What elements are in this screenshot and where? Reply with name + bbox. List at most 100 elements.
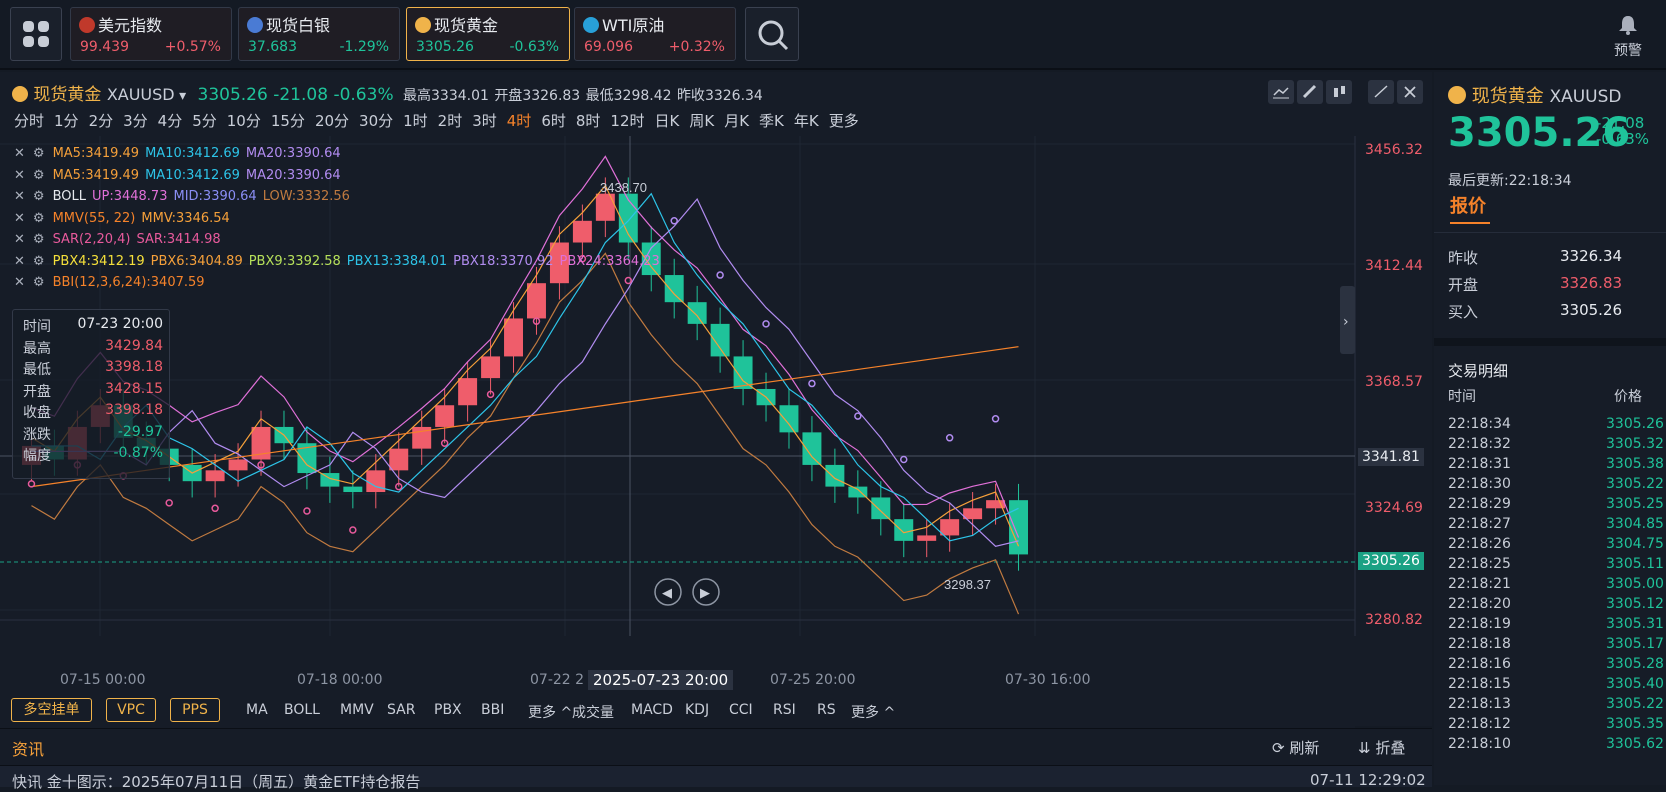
- settings-icon[interactable]: ⚙: [33, 254, 45, 269]
- close-icon[interactable]: ✕: [14, 189, 25, 204]
- toggle-pill[interactable]: VPC: [106, 698, 156, 722]
- period-tab[interactable]: 3时: [472, 112, 497, 130]
- toggle-pill[interactable]: PPS: [170, 698, 220, 722]
- candle-body: [572, 220, 592, 243]
- period-tab[interactable]: 1分: [54, 112, 79, 130]
- period-tab[interactable]: 2分: [89, 112, 114, 130]
- symbol-name[interactable]: 现货黄金: [33, 85, 101, 105]
- period-tab[interactable]: 5分: [192, 112, 217, 130]
- tooltip-row: 时间 07-23 20:00: [23, 316, 163, 338]
- trough-label: 3298.37: [944, 577, 991, 592]
- period-tab[interactable]: 月K: [724, 112, 749, 130]
- tooltip-key: 涨跌: [23, 426, 51, 443]
- sub-indicator-tab[interactable]: 成交量: [572, 702, 614, 722]
- indicator-value: PBX6:3404.89: [150, 253, 243, 269]
- period-tab[interactable]: 3分: [123, 112, 148, 130]
- main-indicator-tab[interactable]: SAR: [387, 702, 415, 718]
- period-tab[interactable]: 4分: [158, 112, 183, 130]
- candlestick-chart[interactable]: 3438.70 3298.37 ◀ ▶ ›: [0, 136, 1432, 736]
- settings-icon[interactable]: ⚙: [33, 275, 45, 290]
- tooltip-value: 3429.84: [105, 337, 163, 354]
- main-indicator-tab[interactable]: MA: [246, 702, 268, 718]
- candle-style-tool[interactable]: [1326, 80, 1352, 104]
- period-tab[interactable]: 30分: [359, 112, 393, 130]
- period-tab[interactable]: 8时: [576, 112, 601, 130]
- trade-row: 22:18:25 3305.11: [1448, 556, 1666, 572]
- quote-name-text: WTI原油: [602, 16, 665, 35]
- close-icon[interactable]: ✕: [14, 275, 25, 290]
- indicator-value: PBX4:3412.19: [52, 253, 145, 269]
- tab-quote[interactable]: 报价: [1450, 192, 1486, 218]
- settings-icon[interactable]: ⚙: [33, 232, 45, 247]
- main-indicator-tab[interactable]: BOLL: [284, 702, 320, 718]
- settings-icon[interactable]: ⚙: [33, 189, 45, 204]
- main-indicator-tab[interactable]: BBI: [481, 702, 504, 718]
- close-icon[interactable]: ✕: [14, 146, 25, 161]
- side-change: -21.08 -0.63%: [1596, 114, 1650, 148]
- quote-card[interactable]: 现货白银 37.683 -1.29%: [238, 7, 400, 61]
- sub-indicator-tab[interactable]: RSI: [773, 702, 796, 718]
- settings-icon[interactable]: ⚙: [33, 168, 45, 183]
- period-tab[interactable]: 周K: [689, 112, 714, 130]
- quote-card[interactable]: 美元指数 99.439 +0.57%: [70, 7, 232, 61]
- period-tab[interactable]: 日K: [655, 112, 680, 130]
- news-item[interactable]: 快讯 金十图示：2025年07月11日（周五）黄金ETF持仓报告: [12, 771, 420, 792]
- trade-time: 22:18:12: [1448, 716, 1511, 732]
- main-indicator-tab[interactable]: MMV: [340, 702, 374, 718]
- period-tab[interactable]: 季K: [759, 112, 784, 130]
- period-tab[interactable]: 2时: [438, 112, 463, 130]
- close-icon[interactable]: ✕: [14, 232, 25, 247]
- symbol-code[interactable]: XAUUSD: [107, 85, 175, 104]
- sub-indicator-tab[interactable]: KDJ: [685, 702, 709, 718]
- gold-icon: [12, 86, 28, 102]
- bell-icon: [1619, 16, 1637, 35]
- pen-tool[interactable]: [1297, 80, 1323, 104]
- close-chart-button[interactable]: [1397, 80, 1423, 104]
- main-indicator-tab[interactable]: 更多 ^: [528, 702, 572, 722]
- period-tab[interactable]: 12时: [610, 112, 644, 130]
- silver-icon: [247, 17, 263, 33]
- quote-card[interactable]: WTI原油 69.096 +0.32%: [574, 7, 736, 61]
- alert-button[interactable]: 预警: [1608, 12, 1648, 60]
- sub-indicator-tab[interactable]: RS: [817, 702, 836, 718]
- quote-card[interactable]: 现货黄金 3305.26 -0.63%: [406, 7, 570, 61]
- main-indicator-tab[interactable]: PBX: [434, 702, 462, 718]
- close-icon[interactable]: ✕: [14, 254, 25, 269]
- period-tab[interactable]: 分时: [14, 112, 44, 130]
- period-tab[interactable]: 20分: [315, 112, 349, 130]
- candle-body: [481, 356, 501, 379]
- indicator-toolbar: 多空挂单 VPC PPS MA BOLL MMV SAR PBX BBI 更多 ^ 成交量 MACD K…: [0, 694, 1432, 726]
- sub-indicator-tab[interactable]: MACD: [631, 702, 673, 718]
- refresh-button[interactable]: ⟳ 刷新: [1272, 737, 1319, 758]
- settings-icon[interactable]: ⚙: [33, 211, 45, 226]
- chevron-down-icon[interactable]: ▾: [175, 88, 186, 104]
- skip-next-icon: ▶: [700, 586, 710, 601]
- y-axis-label: 3324.69: [1365, 500, 1423, 516]
- search-button[interactable]: [745, 7, 799, 61]
- tooltip-row: 最低 3398.18: [23, 359, 163, 381]
- period-tab[interactable]: 6时: [541, 112, 566, 130]
- pen-icon: [1302, 84, 1317, 99]
- candlestick-icon: [1334, 86, 1345, 97]
- draw-line-tool[interactable]: [1268, 80, 1294, 104]
- sub-indicator-tab[interactable]: 更多 ^: [851, 702, 895, 722]
- tooltip-value: 3428.15: [105, 380, 163, 397]
- settings-icon[interactable]: ⚙: [33, 146, 45, 161]
- expand-button[interactable]: [1368, 80, 1394, 104]
- toggle-pill[interactable]: 多空挂单: [11, 698, 92, 722]
- period-tab[interactable]: 4时: [507, 112, 532, 130]
- close-icon[interactable]: ✕: [14, 168, 25, 183]
- apps-grid-button[interactable]: [10, 7, 62, 61]
- period-tab[interactable]: 更多: [829, 112, 859, 130]
- fold-button[interactable]: ⇊ 折叠: [1358, 737, 1405, 758]
- close-icon[interactable]: ✕: [14, 211, 25, 226]
- candle-body: [733, 356, 753, 389]
- period-tab[interactable]: 1时: [403, 112, 428, 130]
- period-tab[interactable]: 年K: [794, 112, 819, 130]
- period-tab[interactable]: 15分: [271, 112, 305, 130]
- quote-row-value: 3305.26: [1560, 301, 1623, 319]
- sub-indicator-tab[interactable]: CCI: [729, 702, 753, 718]
- period-tab[interactable]: 10分: [227, 112, 261, 130]
- trade-price: 3305.38: [1606, 456, 1664, 472]
- trade-time: 22:18:27: [1448, 516, 1511, 532]
